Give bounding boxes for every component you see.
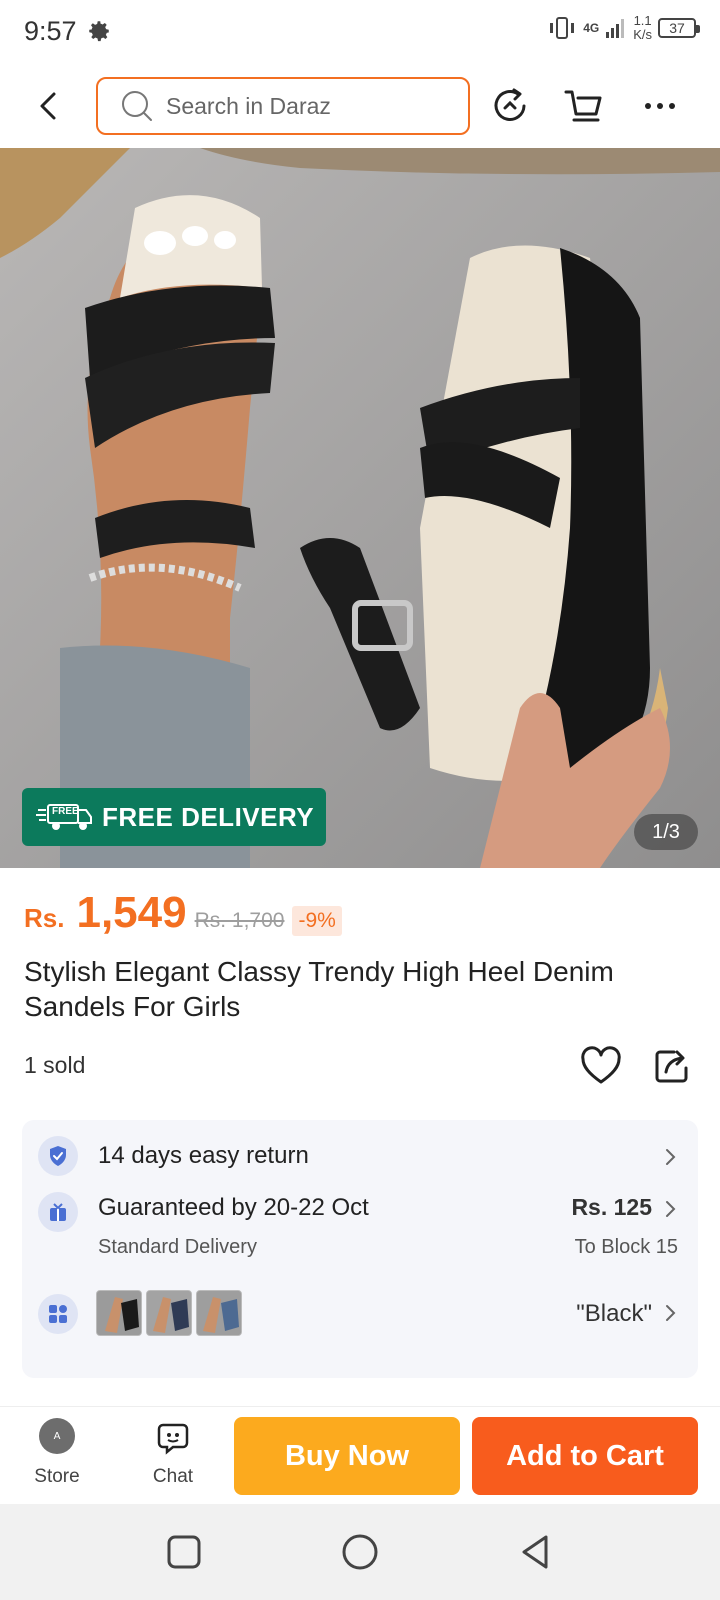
more-options-icon[interactable]: [638, 84, 682, 128]
chat-label: Chat: [152, 1466, 194, 1487]
back-arrow-icon[interactable]: [30, 86, 70, 126]
original-price: Rs. 1,700: [194, 909, 285, 932]
variant-thumbnail[interactable]: [96, 1290, 142, 1336]
vibrate-icon: [550, 17, 575, 39]
home-icon[interactable]: [340, 1532, 380, 1572]
return-text: 14 days easy return: [98, 1142, 309, 1169]
refresh-history-icon[interactable]: [488, 84, 532, 128]
delivery-sub: Standard Delivery: [98, 1236, 257, 1258]
delivery-location: To Block 15: [574, 1236, 678, 1258]
store-button[interactable]: A Store: [20, 1417, 94, 1497]
add-to-cart-button[interactable]: Add to Cart: [472, 1417, 698, 1495]
delivery-fee: Rs. 125: [571, 1194, 652, 1220]
return-policy-row[interactable]: 14 days easy return: [22, 1120, 698, 1192]
system-nav-bar: [0, 1504, 720, 1600]
sandal-photo: [0, 148, 720, 868]
chat-button[interactable]: Chat: [136, 1417, 210, 1497]
delivery-info-card: 14 days easy return Guaranteed by 20-22 …: [22, 1120, 698, 1378]
free-delivery-label: FREE DELIVERY: [102, 801, 315, 832]
network-type: 4G: [583, 21, 600, 35]
currency: Rs.: [24, 903, 65, 933]
chevron-right-icon: [666, 1305, 676, 1321]
settings-gear-icon: [89, 21, 110, 42]
price: 1,549: [76, 888, 187, 937]
action-bar: A Store Chat Buy Now Add to Cart: [0, 1406, 720, 1504]
delivery-text: Guaranteed by 20-22 Oct: [98, 1194, 369, 1221]
buy-now-button[interactable]: Buy Now: [234, 1417, 460, 1495]
network-speed: 1.1 K/s: [633, 14, 652, 42]
discount-badge: -9%: [292, 906, 342, 936]
delivery-row[interactable]: Guaranteed by 20-22 Oct Standard Deliver…: [22, 1192, 698, 1282]
svg-text:A: A: [54, 1431, 61, 1442]
battery-level: 37: [669, 20, 685, 36]
top-nav: Search in Daraz: [0, 64, 720, 148]
battery-icon: 37: [658, 18, 700, 38]
product-title: Stylish Elegant Classy Trendy High Heel …: [24, 956, 614, 1022]
chat-bot-icon: [157, 1423, 189, 1455]
speed-unit: K/s: [633, 27, 652, 42]
free-icon-text: FREE: [52, 806, 79, 817]
variant-value: "Black": [576, 1300, 652, 1327]
chevron-right-icon: [666, 1149, 676, 1165]
cart-icon[interactable]: [562, 84, 606, 128]
chevron-right-icon: [666, 1201, 676, 1217]
variant-thumbnail[interactable]: [196, 1290, 242, 1336]
store-avatar-icon: A: [39, 1418, 75, 1454]
store-label: Store: [34, 1466, 80, 1487]
product-image[interactable]: FREE FREE DELIVERY 1/3: [0, 148, 720, 868]
search-icon: [122, 91, 152, 121]
wishlist-heart-icon[interactable]: [580, 1046, 622, 1088]
status-indicators: 4G 1.1 K/s 37: [547, 14, 700, 42]
free-delivery-badge: FREE FREE DELIVERY: [22, 788, 326, 846]
share-icon[interactable]: [652, 1046, 692, 1086]
status-time: 9:57: [24, 16, 77, 46]
search-placeholder: Search in Daraz: [166, 92, 331, 119]
sold-count: 1 sold: [24, 1052, 86, 1078]
image-pager: 1/3: [634, 814, 698, 850]
signal-icon: [606, 19, 625, 38]
shield-check-icon: [38, 1136, 78, 1176]
gift-box-icon: [38, 1192, 78, 1232]
variant-thumbnail[interactable]: [146, 1290, 192, 1336]
variant-row[interactable]: "Black": [22, 1290, 698, 1350]
recent-apps-icon[interactable]: [164, 1532, 204, 1572]
back-triangle-icon[interactable]: [516, 1532, 556, 1572]
status-bar: 9:57 4G 1.1 K/s 37: [0, 0, 720, 64]
variants-grid-icon: [38, 1294, 78, 1334]
speed-value: 1.1: [633, 13, 652, 28]
search-input[interactable]: Search in Daraz: [96, 77, 470, 135]
price-row: Rs. 1,549 Rs. 1,700 -9%: [24, 888, 342, 938]
